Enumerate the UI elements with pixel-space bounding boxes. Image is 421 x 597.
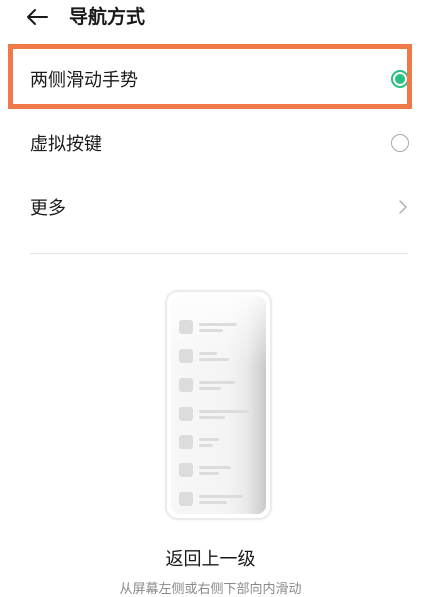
header: 导航方式 [0,0,421,36]
gesture-illustration [165,290,272,520]
illustration-caption-subtitle: 从屏幕左侧或右侧下部向内滑动 [119,582,302,597]
divider [30,253,408,254]
list-item [179,492,266,506]
list-item [179,463,266,477]
option-more[interactable]: 更多 [0,176,421,238]
page-title: 导航方式 [69,6,146,28]
option-virtual-keys[interactable]: 虚拟按键 [0,112,421,174]
phone-screen [171,296,266,514]
back-button[interactable] [22,4,52,30]
option-label: 虚拟按键 [30,134,102,155]
radio-unselected-icon[interactable] [391,134,409,152]
list-item [179,320,266,334]
option-label: 更多 [30,198,66,219]
illustration-caption-title: 返回上一级 [165,549,256,570]
list-item [179,378,266,392]
list-item [179,407,266,421]
list-item [179,435,266,449]
chevron-right-icon [399,200,407,214]
highlight-box [8,44,412,109]
arrow-left-icon [27,9,48,25]
list-item [179,349,266,363]
